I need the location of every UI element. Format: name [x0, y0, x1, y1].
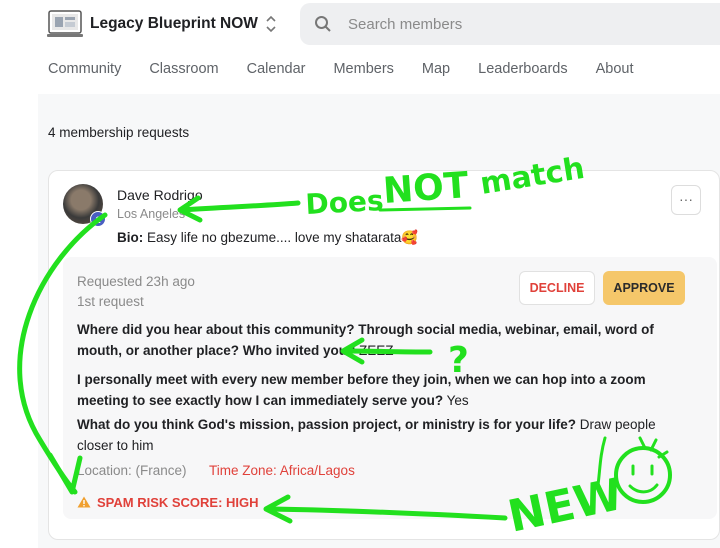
answer-2: I personally meet with every new member … — [77, 369, 689, 411]
tab-map[interactable]: Map — [422, 61, 450, 77]
approve-button[interactable]: APPROVE — [603, 271, 685, 305]
tab-community[interactable]: Community — [48, 61, 121, 77]
question-2: I personally meet with every new member … — [77, 372, 646, 408]
member-bio: Bio: Easy life no gbezume.... love my sh… — [117, 230, 418, 246]
answer-text-2: Yes — [443, 393, 469, 408]
group-logo[interactable] — [47, 8, 83, 40]
tab-about[interactable]: About — [596, 61, 634, 77]
tab-classroom[interactable]: Classroom — [149, 61, 218, 77]
member-name[interactable]: Dave Rodrigo — [117, 187, 203, 203]
search-icon — [315, 16, 331, 32]
request-details: Requested 23h ago 1st request DECLINE AP… — [63, 257, 717, 519]
main-content: 4 membership requests 1 Dave Rodrigo Los… — [38, 94, 720, 548]
request-number: 1st request — [77, 294, 144, 309]
answer-text-1: ZEEZ — [355, 343, 394, 358]
more-options-button[interactable]: ··· — [671, 185, 701, 215]
search-input[interactable]: Search members — [348, 16, 462, 33]
answer-3: What do you think God's mission, passion… — [77, 414, 689, 456]
bio-label: Bio: — [117, 230, 144, 245]
tab-members[interactable]: Members — [333, 61, 393, 77]
search-bar[interactable]: Search members — [300, 3, 720, 45]
answer-1: Where did you hear about this community?… — [77, 319, 689, 361]
requested-time: Requested 23h ago — [77, 274, 195, 289]
question-3: What do you think God's mission, passion… — [77, 417, 577, 432]
membership-request-card: 1 Dave Rodrigo Los Angeles Bio: Easy lif… — [48, 170, 720, 540]
member-location: Los Angeles — [117, 207, 186, 221]
switcher-chevrons-icon[interactable] — [263, 13, 279, 35]
bio-text: Easy life no gbezume.... love my shatara… — [143, 230, 419, 245]
request-count: 4 membership requests — [48, 125, 190, 140]
spam-risk-text: SPAM RISK SCORE: HIGH — [97, 495, 259, 510]
level-badge: 1 — [90, 211, 106, 227]
applicant-location: Location: (France) — [77, 463, 187, 478]
tab-leaderboards[interactable]: Leaderboards — [478, 61, 568, 77]
tab-calendar[interactable]: Calendar — [247, 61, 306, 77]
applicant-timezone: Time Zone: Africa/Lagos — [209, 463, 355, 478]
nav-tabs: Community Classroom Calendar Members Map… — [48, 61, 662, 77]
warning-icon — [77, 496, 91, 508]
header: Legacy Blueprint NOW Search members Comm… — [0, 0, 720, 94]
group-name[interactable]: Legacy Blueprint NOW — [90, 15, 258, 33]
decline-button[interactable]: DECLINE — [519, 271, 595, 305]
spam-risk-score: SPAM RISK SCORE: HIGH — [77, 495, 259, 510]
